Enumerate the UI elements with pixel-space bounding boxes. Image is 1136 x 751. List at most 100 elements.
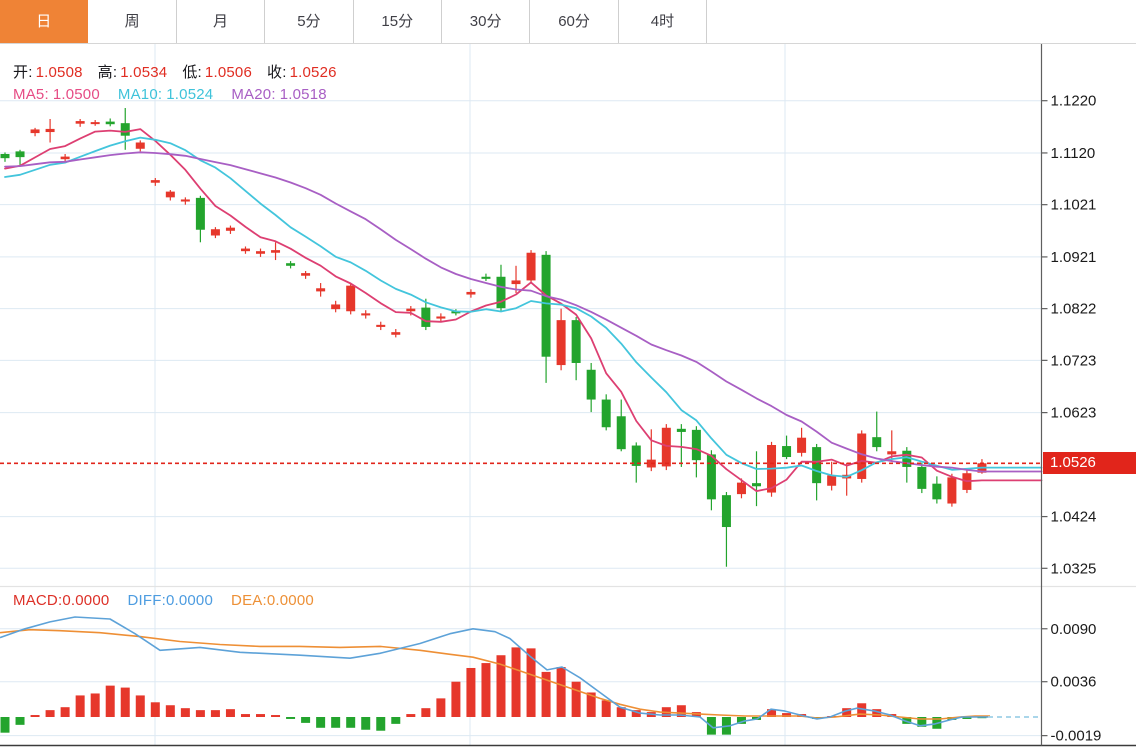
candle [16,150,25,165]
candle [557,309,566,371]
macd-axis-label: 0.0036 [1051,674,1097,691]
candle [947,474,956,507]
candle [466,289,475,297]
candle [376,322,385,330]
tab-5min[interactable]: 5分 [265,0,353,43]
close-label: 收: [267,64,287,81]
candle [286,261,295,268]
candle [316,283,325,297]
tab-30min[interactable]: 30分 [442,0,530,43]
candle-body [692,430,701,460]
ma10-value: 1.0524 [166,86,213,103]
trading-chart-app: 日周月5分15分30分60分4时 1.12201.11201.10211.092… [0,0,1136,751]
candle-body [91,122,100,124]
tab-4hour[interactable]: 4时 [619,0,707,43]
macd-bar [557,667,566,717]
candle-body [376,325,385,327]
candle-body [361,313,370,315]
candle [31,128,40,136]
candle-body [617,416,626,449]
candlestick-chart[interactable]: 1.12201.11201.10211.09211.08221.07231.06… [0,44,1136,751]
candle [602,394,611,430]
ohlc-legend: 开:1.0508高:1.0534低:1.0506收:1.0526 [13,61,352,82]
candle-body [466,292,475,295]
candle-body [76,121,85,124]
ma20-value: 1.0518 [280,86,327,103]
candle-body [346,286,355,312]
ma10-line [5,138,1042,477]
candle-body [512,280,521,284]
timeframe-tabbar: 日周月5分15分30分60分4时 [0,0,1136,44]
ma10-label: MA10: [118,86,162,103]
tab-week[interactable]: 周 [88,0,176,43]
candle [692,426,701,477]
candle [782,436,791,460]
tab-day[interactable]: 日 [0,0,88,43]
macd-label: MACD: [13,592,62,609]
candle [722,492,731,567]
candle [76,119,85,127]
macd-bar [466,668,475,717]
candle-body [737,483,746,494]
candle-body [872,437,881,447]
candle [752,451,761,506]
candle-body [256,251,265,254]
price-axis-label: 1.0325 [1051,560,1097,577]
macd-bar [331,717,340,728]
macd-bar [481,663,490,717]
macd-bar [376,717,385,731]
candle [797,428,806,457]
macd-bar [241,714,250,717]
candle [46,119,55,143]
candle-body [226,228,235,231]
candle-body [136,142,145,148]
candle-body [316,288,325,291]
price-axis-label: 1.0424 [1051,509,1097,526]
low-label: 低: [182,64,202,81]
tab-60min[interactable]: 60分 [530,0,618,43]
candle-body [602,400,611,428]
macd-bar [391,717,400,724]
candle [226,226,235,234]
current-price-value: 1.0526 [1050,454,1096,471]
candle [917,463,926,493]
macd-bar [31,715,40,717]
candle [572,317,581,380]
candle-body [286,263,295,266]
candle [181,197,190,204]
macd-bar [46,710,55,717]
tab-month[interactable]: 月 [177,0,265,43]
candle-body [481,277,490,279]
candle [902,447,911,483]
candle-body [677,429,686,432]
diff-label: DIFF: [127,592,166,609]
candle [617,400,626,452]
macd-value: 0.0000 [62,592,109,609]
candle [166,190,175,200]
tab-15min[interactable]: 15分 [354,0,442,43]
candle-body [1,154,10,158]
close-value: 1.0526 [290,64,337,81]
open-value: 1.0508 [36,64,83,81]
candle-body [16,151,25,157]
candle [211,227,220,238]
price-axis-label: 1.1021 [1051,197,1097,214]
price-axis-label: 1.0623 [1051,405,1097,422]
macd-bar [226,709,235,717]
candle [527,250,536,283]
macd-bar [136,695,145,717]
candle-body [752,483,761,486]
candle [106,118,115,126]
macd-bar [286,717,295,719]
macd-bar [1,717,10,733]
macd-bar [196,710,205,717]
open-label: 开: [13,64,33,81]
candle-body [121,123,130,136]
current-price-badge: 1.0526 [1043,452,1136,474]
candle [1,152,10,161]
candle [842,463,851,496]
ma20-line [5,152,1042,471]
candle-body [241,249,250,252]
price-axis-label: 1.0921 [1051,249,1097,266]
macd-bar [361,717,370,730]
